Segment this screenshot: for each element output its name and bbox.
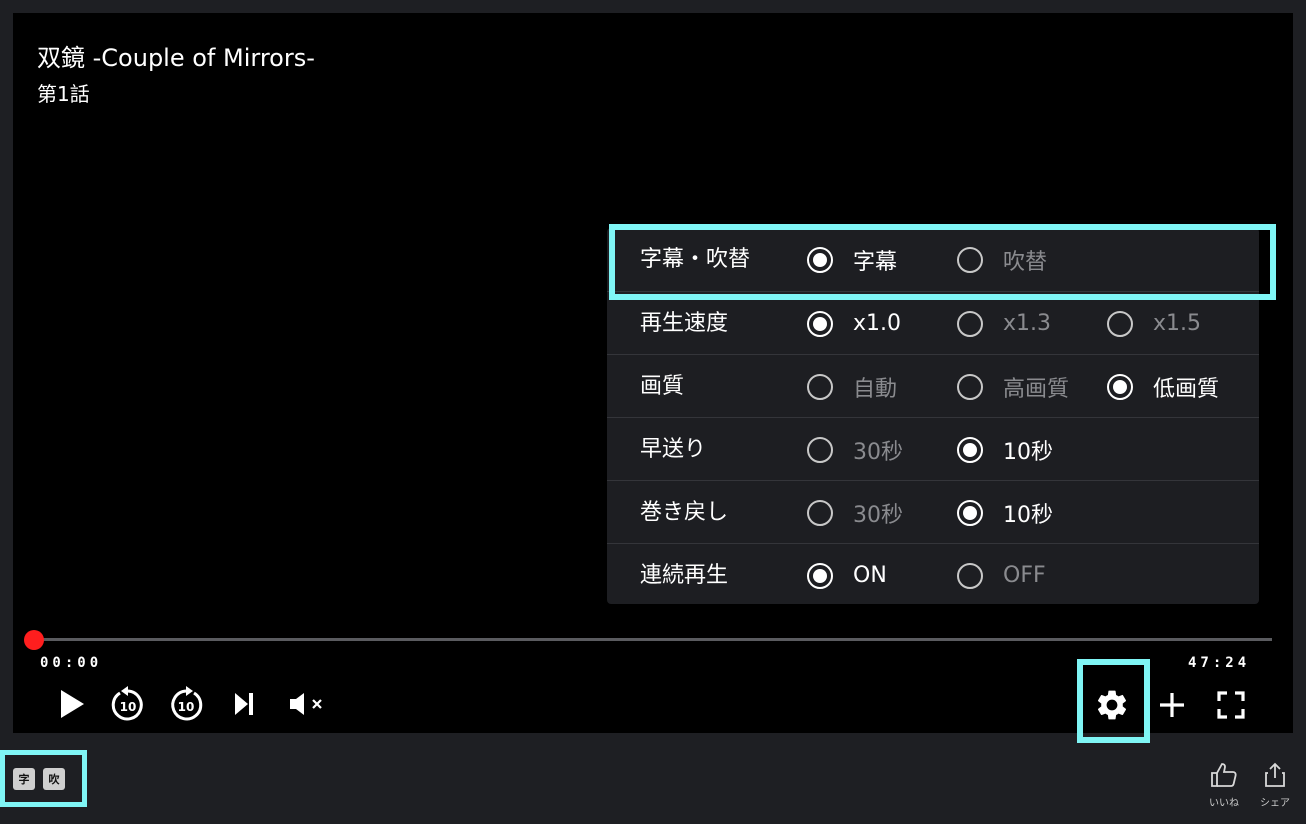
radio-icon bbox=[1107, 310, 1133, 337]
play-button[interactable] bbox=[54, 686, 90, 722]
option-quality-low[interactable]: 低画質 bbox=[1107, 355, 1219, 418]
mute-icon bbox=[290, 693, 322, 715]
option-speed-1-3[interactable]: x1.3 bbox=[957, 292, 1051, 355]
setting-row-audio: 字幕・吹替 字幕 吹替 bbox=[607, 228, 1259, 291]
radio-icon bbox=[957, 310, 983, 337]
skip-next-icon bbox=[235, 693, 253, 715]
setting-label: 巻き戻し bbox=[640, 500, 729, 525]
subtitle-badge: 字 bbox=[13, 767, 35, 790]
thumbs-up-icon bbox=[1211, 763, 1237, 787]
radio-icon bbox=[957, 373, 983, 400]
forward-10-icon: 10 bbox=[171, 686, 203, 721]
option-rw-30[interactable]: 30秒 bbox=[807, 481, 903, 544]
setting-row-fast-forward: 早送り 30秒 10秒 bbox=[607, 417, 1259, 480]
video-title: 双鏡 -Couple of Mirrors- bbox=[37, 44, 315, 72]
progress-track[interactable] bbox=[33, 638, 1272, 641]
progress-handle[interactable] bbox=[24, 630, 44, 650]
rewind-10-icon: 10 bbox=[111, 686, 143, 721]
option-autoplay-on[interactable]: ON bbox=[807, 544, 887, 607]
option-subtitles[interactable]: 字幕 bbox=[807, 228, 897, 291]
radio-icon bbox=[1107, 373, 1133, 400]
radio-icon bbox=[807, 246, 833, 273]
like-button[interactable]: いいね bbox=[1204, 762, 1244, 814]
audio-badges: 字 吹 bbox=[0, 750, 87, 807]
setting-label: 連続再生 bbox=[640, 563, 729, 588]
option-ff-10[interactable]: 10秒 bbox=[957, 418, 1053, 481]
rewind-10-button[interactable]: 10 bbox=[108, 684, 148, 724]
option-quality-auto[interactable]: 自動 bbox=[807, 355, 897, 418]
radio-icon bbox=[957, 246, 983, 273]
option-speed-1-5[interactable]: x1.5 bbox=[1107, 292, 1201, 355]
radio-icon bbox=[807, 436, 833, 463]
share-button[interactable]: シェア bbox=[1255, 762, 1295, 814]
setting-row-quality: 画質 自動 高画質 低画質 bbox=[607, 354, 1259, 417]
option-dub[interactable]: 吹替 bbox=[957, 228, 1047, 291]
radio-icon bbox=[807, 373, 833, 400]
episode-label: 第1話 bbox=[37, 82, 90, 106]
option-ff-30[interactable]: 30秒 bbox=[807, 418, 903, 481]
option-autoplay-off[interactable]: OFF bbox=[957, 544, 1046, 607]
settings-button[interactable] bbox=[1093, 686, 1131, 724]
fullscreen-button[interactable] bbox=[1214, 688, 1248, 722]
option-speed-1-0[interactable]: x1.0 bbox=[807, 292, 901, 355]
svg-text:10: 10 bbox=[120, 700, 137, 714]
setting-row-autoplay: 連続再生 ON OFF bbox=[607, 543, 1259, 606]
setting-row-speed: 再生速度 x1.0 x1.3 x1.5 bbox=[607, 291, 1259, 354]
gear-icon bbox=[1097, 690, 1127, 720]
svg-text:10: 10 bbox=[178, 700, 195, 714]
option-rw-10[interactable]: 10秒 bbox=[957, 481, 1053, 544]
dub-badge: 吹 bbox=[43, 767, 65, 790]
radio-icon bbox=[957, 499, 983, 526]
radio-icon bbox=[957, 562, 983, 589]
share-icon bbox=[1265, 762, 1285, 787]
skip-next-button[interactable] bbox=[228, 688, 260, 720]
setting-label: 画質 bbox=[640, 374, 685, 399]
setting-label: 早送り bbox=[640, 437, 707, 462]
mute-button[interactable] bbox=[286, 688, 330, 720]
radio-icon bbox=[807, 310, 833, 337]
current-time: 00:00 bbox=[40, 655, 103, 671]
radio-icon bbox=[807, 562, 833, 589]
total-time: 47:24 bbox=[1188, 655, 1251, 671]
plus-icon bbox=[1160, 693, 1184, 717]
setting-label: 再生速度 bbox=[640, 311, 729, 336]
add-to-list-button[interactable] bbox=[1155, 688, 1189, 722]
settings-panel: 字幕・吹替 字幕 吹替 再生速度 x1.0 x1.3 x1.5 画質 自動 高画… bbox=[607, 228, 1259, 604]
setting-label: 字幕・吹替 bbox=[640, 247, 751, 272]
radio-icon bbox=[957, 436, 983, 463]
setting-row-rewind: 巻き戻し 30秒 10秒 bbox=[607, 480, 1259, 543]
play-icon bbox=[61, 690, 84, 718]
forward-10-button[interactable]: 10 bbox=[166, 684, 206, 724]
option-quality-high[interactable]: 高画質 bbox=[957, 355, 1069, 418]
fullscreen-icon bbox=[1217, 691, 1245, 719]
radio-icon bbox=[807, 499, 833, 526]
